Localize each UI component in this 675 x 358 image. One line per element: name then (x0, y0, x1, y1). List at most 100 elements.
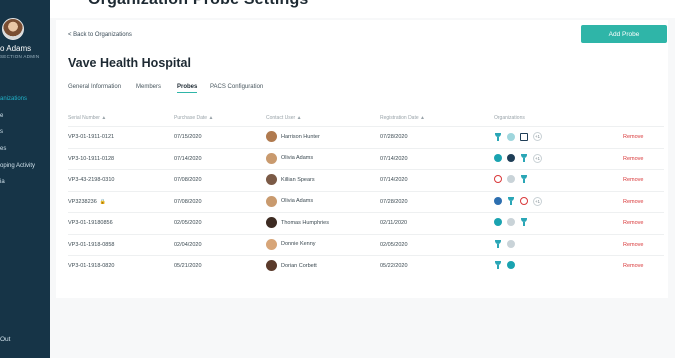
contact-name: Killian Spears (281, 176, 315, 183)
serial-number: VP3-01-1911-0121 (68, 134, 114, 140)
table-row: VP3-01-1918-0858 02/04/2020 Donnie Kenny… (68, 233, 664, 256)
red-cross-icon (520, 197, 528, 205)
contact-name: Olivia Adams (281, 155, 314, 161)
org-badge-icon (507, 132, 515, 141)
column-serial-number[interactable]: Serial Number ▲ (68, 115, 106, 121)
org-badge-icon (507, 239, 515, 248)
red-cross-icon (494, 175, 502, 183)
trophy-icon (494, 239, 502, 248)
registration-date: 02/05/2020 (380, 241, 408, 248)
purchase-date: 02/04/2020 (174, 241, 202, 248)
organizations-icons: +1 (494, 153, 542, 163)
purchase-date: 07/14/2020 (174, 155, 202, 162)
contact-name: Olivia Adams (281, 198, 314, 204)
organizations-icons (494, 218, 528, 226)
column-purchase-date[interactable]: Purchase Date ▲ (174, 115, 213, 121)
purchase-date: 02/05/2020 (174, 220, 202, 226)
org-badge-icon (494, 218, 502, 226)
logout-link[interactable]: Out (0, 336, 10, 343)
organizations-icons: +1 (494, 196, 542, 206)
registration-date: 05/22/2020 (380, 263, 408, 269)
serial-number: VP3-01-1918-0820 (68, 263, 114, 269)
page-title: Vave Health Hospital (68, 56, 191, 70)
org-badge-icon (507, 154, 515, 162)
lock-icon: 🔒 (99, 198, 106, 205)
contact-name: Donnie Kenny (281, 241, 316, 247)
table-header: Serial Number ▲ Purchase Date ▲ Contact … (68, 112, 664, 126)
more-orgs-badge[interactable]: +1 (533, 132, 542, 141)
contact-avatar (266, 238, 277, 250)
tab-probes[interactable]: Probes (177, 84, 198, 93)
sidebar-item-6[interactable]: ia (0, 179, 5, 185)
contact-name: Thomas Humphries (281, 219, 329, 226)
add-probe-button[interactable]: Add Probe (581, 25, 667, 43)
sidebar: o Adams SECTION ADMIN anizations e s es … (0, 0, 50, 358)
remove-button[interactable]: Remove (623, 242, 643, 248)
serial-number-text: VP3-01-19180856 (68, 220, 113, 226)
trophy-icon (494, 261, 502, 269)
contact-user: Killian Spears (266, 174, 315, 185)
organizations-icons (494, 261, 515, 269)
registration-date: 02/11/2020 (380, 220, 408, 226)
tab-members[interactable]: Members (136, 84, 161, 90)
organizations-icons: +1 (494, 132, 542, 141)
table-row: VP3-43-2198-0310 07/08/2020 Killian Spea… (68, 169, 664, 191)
sidebar-item-organizations[interactable]: anizations (0, 96, 27, 102)
purchase-date: 05/21/2020 (174, 263, 202, 269)
user-avatar[interactable] (2, 18, 24, 40)
user-name: o Adams (0, 44, 32, 53)
tab-general-information[interactable]: General Information (68, 84, 121, 90)
remove-button[interactable]: Remove (623, 263, 643, 269)
contact-avatar (266, 131, 277, 142)
org-badge-icon (494, 154, 502, 162)
contact-name: Dorian Corbett (281, 262, 317, 269)
table-row: VP3-10-1911-0128 07/14/2020 Olivia Adams… (68, 147, 664, 170)
table-row: VP3-01-1918-0820 05/21/2020 Dorian Corbe… (68, 255, 664, 277)
serial-number-text: VP3-10-1911-0128 (68, 155, 115, 162)
registration-date: 07/28/2020 (380, 198, 408, 205)
column-registration-date[interactable]: Registration Date ▲ (380, 115, 425, 121)
org-badge-icon (507, 261, 515, 269)
back-link[interactable]: < Back to Organizations (68, 32, 132, 38)
trophy-icon (520, 218, 528, 226)
serial-number: VP3-43-2198-0310 (68, 177, 114, 183)
trophy-icon (494, 132, 502, 141)
org-badge-icon (507, 218, 515, 226)
serial-number-text: VP3-43-2198-0310 (68, 177, 115, 183)
remove-button[interactable]: Remove (623, 220, 643, 226)
remove-button[interactable]: Remove (623, 177, 643, 183)
contact-user: Thomas Humphries (266, 217, 329, 228)
column-contact-user[interactable]: Contact User ▲ (266, 115, 302, 121)
contact-avatar (266, 195, 277, 207)
org-badge-icon (507, 175, 515, 183)
more-orgs-badge[interactable]: +1 (533, 153, 542, 163)
user-role: SECTION ADMIN (0, 54, 40, 59)
registration-date: 07/28/2020 (380, 134, 408, 140)
trophy-icon (520, 175, 528, 183)
table-row: VP3-01-1911-0121 07/15/2020 Harrison Hun… (68, 126, 664, 148)
contact-avatar (266, 152, 277, 164)
remove-button[interactable]: Remove (623, 199, 643, 205)
sidebar-item-activity[interactable]: oping Activity (0, 163, 35, 169)
more-orgs-badge[interactable]: +1 (533, 196, 542, 206)
remove-button[interactable]: Remove (623, 156, 643, 162)
contact-user: Harrison Hunter (266, 131, 320, 142)
remove-button[interactable]: Remove (623, 134, 643, 140)
content-card: < Back to Organizations Vave Health Hosp… (56, 20, 668, 298)
contact-avatar (266, 217, 277, 228)
main-area: < Back to Organizations Vave Health Hosp… (50, 18, 675, 358)
contact-avatar (266, 260, 277, 271)
table-body: VP3-01-1911-0121 07/15/2020 Harrison Hun… (68, 126, 664, 277)
sidebar-item-3[interactable]: s (0, 129, 3, 135)
probes-table: Serial Number ▲ Purchase Date ▲ Contact … (68, 112, 664, 277)
tab-pacs-configuration[interactable]: PACS Configuration (210, 84, 263, 90)
trophy-icon (507, 197, 515, 205)
sidebar-item-2[interactable]: e (0, 113, 3, 119)
purchase-date: 07/08/2020 (174, 177, 202, 183)
serial-number-text: VP3-01-1918-0858 (68, 241, 115, 248)
sidebar-item-4[interactable]: es (0, 146, 6, 152)
trophy-icon (520, 154, 528, 162)
table-row: VP3238236 🔒 07/08/2020 Olivia Adams 07/28… (68, 190, 664, 213)
organizations-icons (494, 239, 515, 248)
purchase-date: 07/08/2020 (174, 198, 202, 205)
